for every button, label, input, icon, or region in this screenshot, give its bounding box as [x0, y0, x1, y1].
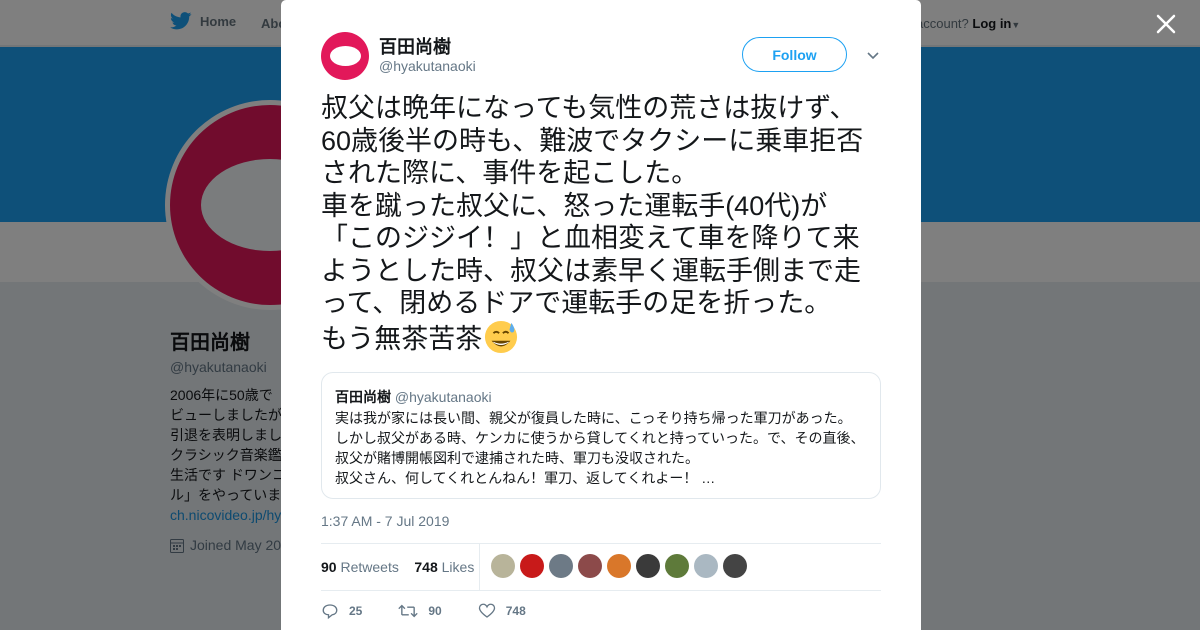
tweet-body: 叔父は晩年になっても気性の荒さは抜けず、 60歳後半の時も、難波でタクシーに乗車…: [321, 93, 864, 354]
liker-avatar[interactable]: [578, 554, 602, 578]
liker-avatar[interactable]: [665, 554, 689, 578]
liker-avatar[interactable]: [636, 554, 660, 578]
quoted-text: 実は我が家には長い間、親父が復員した時に、こっそり持ち帰った軍刀があった。 しか…: [335, 410, 865, 486]
chevron-down-icon[interactable]: [865, 47, 881, 63]
retweets-stat[interactable]: 90 Retweets: [321, 559, 399, 575]
like-count: 748: [505, 604, 526, 618]
retweet-button[interactable]: 90: [398, 602, 442, 620]
liker-avatar[interactable]: [607, 554, 631, 578]
liker-avatar[interactable]: [491, 554, 515, 578]
stats-divider: [479, 544, 480, 590]
author-name[interactable]: 百田尚樹: [379, 33, 451, 59]
liker-avatars: [491, 554, 747, 578]
quoted-author: 百田尚樹 @hyakutanaoki: [335, 387, 492, 407]
author-handle[interactable]: @hyakutanaoki: [379, 58, 476, 74]
author-avatar[interactable]: [321, 32, 369, 80]
reply-button[interactable]: 25: [321, 602, 362, 620]
heart-icon: [478, 603, 495, 618]
tweet-actions: 25 90 748: [321, 602, 562, 620]
retweet-icon: [398, 604, 419, 618]
liker-avatar[interactable]: [520, 554, 544, 578]
follow-button[interactable]: Follow: [742, 37, 847, 72]
liker-avatar[interactable]: [723, 554, 747, 578]
tweet-text: 叔父は晩年になっても気性の荒さは抜けず、 60歳後半の時も、難波でタクシーに乗車…: [321, 92, 891, 355]
stat-counts: 90 Retweets 748 Likes: [321, 559, 474, 575]
liker-avatar[interactable]: [694, 554, 718, 578]
close-icon[interactable]: [1154, 12, 1178, 36]
grinning-sweat-emoji-icon: [485, 320, 518, 353]
retweet-count: 90: [428, 604, 442, 618]
quoted-handle: @hyakutanaoki: [394, 389, 492, 405]
tweet-stats: 90 Retweets 748 Likes: [321, 543, 881, 591]
reply-count: 25: [349, 604, 363, 618]
tweet-timestamp[interactable]: 1:37 AM - 7 Jul 2019: [321, 513, 449, 529]
quoted-tweet[interactable]: 百田尚樹 @hyakutanaoki 実は我が家には長い間、親父が復員した時に、…: [321, 372, 881, 499]
liker-avatar[interactable]: [549, 554, 573, 578]
reply-icon: [322, 604, 338, 620]
tweet-modal: 百田尚樹 @hyakutanaoki Follow 叔父は晩年になっても気性の荒…: [281, 0, 921, 630]
quoted-name: 百田尚樹: [335, 389, 391, 405]
like-button[interactable]: 748: [478, 602, 526, 620]
likes-stat[interactable]: 748 Likes: [414, 559, 474, 575]
